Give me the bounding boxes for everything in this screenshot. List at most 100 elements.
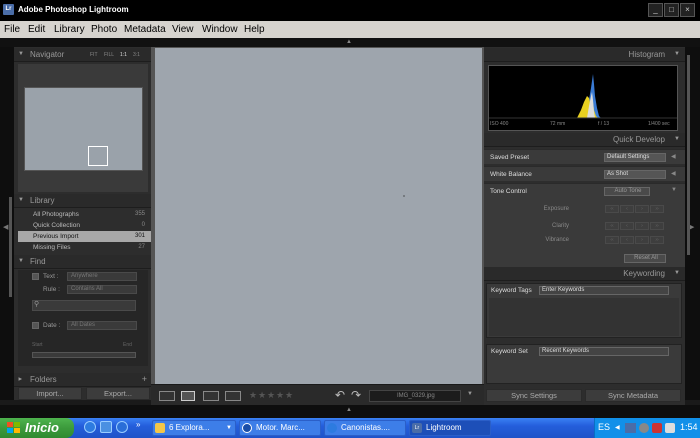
histogram-header[interactable]: Histogram ▼ <box>484 48 685 62</box>
clarity-buttons: ‹‹ ‹ › ›› <box>605 222 667 230</box>
exposure-down-large[interactable]: ‹‹ <box>605 205 619 213</box>
zoom-3-1[interactable]: 3:1 <box>133 52 140 58</box>
tray-expand-icon[interactable]: ◀ <box>615 424 620 431</box>
survey-view-icon[interactable] <box>225 391 241 401</box>
find-header[interactable]: ▼ Find <box>14 255 151 269</box>
compare-view-icon[interactable] <box>203 391 219 401</box>
import-button[interactable]: Import... <box>18 387 82 400</box>
collapse-triangle-icon[interactable]: ▼ <box>671 187 677 193</box>
task-browser-motor[interactable]: Motor. Marc... <box>239 420 321 436</box>
keywording-header[interactable]: Keywording ▼ <box>484 267 685 281</box>
loupe-view-icon[interactable] <box>181 391 195 401</box>
date-range-slider[interactable] <box>32 352 136 358</box>
vibrance-up-large[interactable]: ›› <box>650 236 664 244</box>
main-photo[interactable] <box>155 48 482 384</box>
find-text-checkbox[interactable] <box>32 273 39 280</box>
find-text-select[interactable]: Anywhere <box>67 272 137 281</box>
clarity-down-large[interactable]: ‹‹ <box>605 222 619 230</box>
toolbar-menu-icon[interactable]: ▼ <box>467 391 473 397</box>
close-button[interactable]: × <box>680 3 695 17</box>
rating-star-4[interactable]: ★ <box>276 390 284 401</box>
keyword-tags-input[interactable]: Enter Keywords <box>539 286 669 295</box>
clarity-down[interactable]: ‹ <box>620 222 634 230</box>
zoom-fit[interactable]: FIT <box>90 52 98 58</box>
right-panel: Histogram ▼ ISO 400 72 mm f / 13 1/400 s… <box>484 47 685 405</box>
language-indicator[interactable]: ES <box>598 422 610 432</box>
library-item-all-photographs[interactable]: All Photographs 355 <box>18 209 151 220</box>
antivirus-icon[interactable] <box>652 423 662 433</box>
menu-help[interactable]: Help <box>244 23 265 36</box>
saved-preset-select[interactable]: Default Settings <box>604 153 666 162</box>
lightroom-tray-icon[interactable] <box>625 423 636 433</box>
keyword-set-select[interactable]: Recent Keywords <box>539 347 669 356</box>
clock[interactable]: 1:54 <box>680 422 698 432</box>
keyword-tags-area[interactable] <box>489 298 679 336</box>
menu-edit[interactable]: Edit <box>28 23 45 36</box>
outlook-icon[interactable] <box>100 421 112 433</box>
filmstrip-toggle[interactable]: ▲ <box>0 405 700 418</box>
auto-tone-button[interactable]: Auto Tone <box>604 187 650 196</box>
vibrance-down-large[interactable]: ‹‹ <box>605 236 619 244</box>
minimize-button[interactable]: _ <box>648 3 663 17</box>
exposure-down[interactable]: ‹ <box>620 205 634 213</box>
library-item-missing-files[interactable]: Missing Files 27 <box>18 242 151 253</box>
clarity-up[interactable]: › <box>635 222 649 230</box>
library-header[interactable]: ▼ Library <box>14 194 151 208</box>
left-panel-toggle[interactable]: ◀ <box>0 47 14 400</box>
start-button[interactable]: Inicio <box>0 418 74 438</box>
rating-star-1[interactable]: ★ <box>249 390 257 401</box>
exposure-up-large[interactable]: ›› <box>650 205 664 213</box>
sync-metadata-button[interactable]: Sync Metadata <box>585 389 681 402</box>
zoom-fill[interactable]: FILL <box>104 52 114 58</box>
vibrance-down[interactable]: ‹ <box>620 236 634 244</box>
reset-all-button[interactable]: Reset All <box>624 254 666 263</box>
export-button[interactable]: Export... <box>86 387 150 400</box>
maximize-button[interactable]: □ <box>664 3 679 17</box>
find-search-input[interactable] <box>32 300 136 311</box>
find-rule-select[interactable]: Contains All <box>67 285 137 294</box>
navigator-preview[interactable] <box>24 87 143 171</box>
menu-library[interactable]: Library <box>54 23 85 36</box>
find-date-select[interactable]: All Dates <box>67 321 137 330</box>
menu-bar: File Edit Library Photo Metadata View Wi… <box>0 21 700 38</box>
grid-view-icon[interactable] <box>159 391 175 401</box>
library-item-previous-import[interactable]: Previous Import 301 <box>18 231 151 242</box>
menu-window[interactable]: Window <box>202 23 238 36</box>
rating-star-2[interactable]: ★ <box>258 390 266 401</box>
clarity-up-large[interactable]: ›› <box>650 222 664 230</box>
task-explorer[interactable]: 6 Explora... ▼ <box>152 420 236 436</box>
menu-view[interactable]: View <box>172 23 194 36</box>
network-icon[interactable] <box>639 423 649 433</box>
top-panel-toggle[interactable]: ▲ <box>0 38 700 47</box>
quick-develop-header[interactable]: Quick Develop ▼ <box>484 133 685 147</box>
white-balance-select[interactable]: As Shot <box>604 170 666 179</box>
task-lightroom[interactable]: Lr Lightroom <box>409 420 491 436</box>
internet-explorer-icon[interactable] <box>84 421 96 433</box>
filename-field[interactable]: IMG_0329.jpg <box>369 390 461 402</box>
expand-triangle-icon[interactable]: ◀ <box>671 153 676 160</box>
quicklaunch-chevron-icon[interactable]: » <box>136 420 140 429</box>
folders-header[interactable]: ▼ Folders + <box>14 373 151 387</box>
rating-star-3[interactable]: ★ <box>267 390 275 401</box>
navigator-zoom-box[interactable] <box>88 146 108 166</box>
sync-settings-button[interactable]: Sync Settings <box>486 389 582 402</box>
navigator-header[interactable]: ▼ Navigator FIT FILL 1:1 3:1 <box>14 48 151 62</box>
media-player-icon[interactable] <box>116 421 128 433</box>
find-date-checkbox[interactable] <box>32 322 39 329</box>
add-folder-icon[interactable]: + <box>142 374 147 384</box>
rotate-right-icon[interactable]: ↷ <box>351 388 361 402</box>
zoom-1-1[interactable]: 1:1 <box>120 52 127 58</box>
expand-arrow-icon: ▲ <box>346 407 352 413</box>
volume-icon[interactable] <box>665 423 675 433</box>
library-item-quick-collection[interactable]: Quick Collection 0 <box>18 220 151 231</box>
menu-metadata[interactable]: Metadata <box>124 23 166 36</box>
vibrance-up[interactable]: › <box>635 236 649 244</box>
rotate-left-icon[interactable]: ↶ <box>335 388 345 402</box>
menu-photo[interactable]: Photo <box>91 23 117 36</box>
menu-file[interactable]: File <box>4 23 20 36</box>
right-panel-toggle[interactable]: ▶ <box>685 47 700 400</box>
task-browser-canonistas[interactable]: Canonistas.... <box>324 420 406 436</box>
rating-star-5[interactable]: ★ <box>285 390 293 401</box>
exposure-up[interactable]: › <box>635 205 649 213</box>
expand-triangle-icon[interactable]: ◀ <box>671 170 676 177</box>
